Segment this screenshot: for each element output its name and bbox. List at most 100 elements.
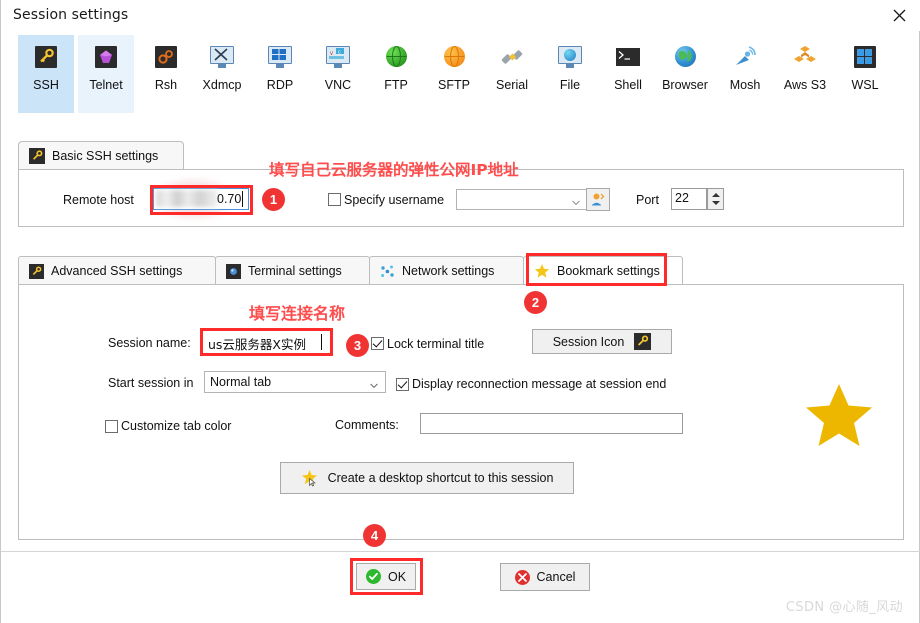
display-reconnection-checkbox[interactable] xyxy=(396,378,409,391)
annotation-note-ip: 填写自己云服务器的弹性公网IP地址 xyxy=(269,161,519,179)
shell-prompt-icon xyxy=(615,44,641,70)
protocol-label: Aws S3 xyxy=(783,78,827,92)
lock-terminal-title-checkbox[interactable] xyxy=(371,337,384,350)
comments-input[interactable] xyxy=(420,413,683,434)
tab-label: Basic SSH settings xyxy=(52,149,159,163)
telnet-gem-icon xyxy=(93,44,119,70)
watermark: CSDN @心随_风动 xyxy=(785,600,903,615)
sftp-globe-icon xyxy=(441,44,467,70)
xdmcp-monitor-icon xyxy=(209,44,235,70)
serial-plug-icon xyxy=(499,44,525,70)
rsh-gears-icon xyxy=(153,44,179,70)
protocol-serial[interactable]: Serial xyxy=(484,35,540,113)
protocol-ftp[interactable]: FTP xyxy=(368,35,424,113)
tab-label: Network settings xyxy=(402,264,495,278)
protocol-label: VNC xyxy=(324,78,352,92)
cancel-button[interactable]: Cancel xyxy=(500,563,590,591)
mosh-dish-icon xyxy=(732,44,758,70)
display-reconnection-label: Display reconnection message at session … xyxy=(412,377,667,391)
protocol-rdp[interactable]: RDP xyxy=(252,35,308,113)
protocol-browser[interactable]: Browser xyxy=(653,35,717,113)
chevron-down-icon xyxy=(572,196,580,206)
protocol-file[interactable]: File xyxy=(542,35,598,113)
x-circle-icon xyxy=(514,569,530,585)
tab-label: Advanced SSH settings xyxy=(51,264,183,278)
protocol-mosh[interactable]: Mosh xyxy=(717,35,773,113)
protocol-label: Serial xyxy=(496,78,528,92)
protocol-label: SSH xyxy=(33,78,59,92)
user-picker-icon[interactable] xyxy=(586,188,610,211)
customize-tab-color-checkbox[interactable] xyxy=(105,420,118,433)
ssh-key-icon xyxy=(634,333,652,350)
page-title: Session settings xyxy=(13,7,129,23)
protocol-sftp[interactable]: SFTP xyxy=(426,35,482,113)
stepper-up-icon[interactable] xyxy=(712,193,720,197)
protocol-label: File xyxy=(559,78,581,92)
ok-button[interactable]: OK xyxy=(356,563,416,590)
vnc-monitor-icon: v c xyxy=(325,44,351,70)
check-circle-icon xyxy=(365,569,381,584)
protocol-wsl[interactable]: WSL xyxy=(837,35,893,113)
ok-label: OK xyxy=(387,569,407,584)
remote-host-label: Remote host xyxy=(63,193,134,207)
protocol-label: RDP xyxy=(266,78,294,92)
star-cursor-icon xyxy=(301,469,319,487)
specify-username-checkbox[interactable] xyxy=(328,193,341,206)
username-select[interactable] xyxy=(456,189,588,210)
ssh-key-icon xyxy=(29,148,45,164)
protocol-label: Rsh xyxy=(154,78,178,92)
protocol-label: FTP xyxy=(384,78,408,92)
annotation-note-name: 填写连接名称 xyxy=(249,304,346,323)
footer-divider xyxy=(1,551,920,552)
start-session-in-value: Normal tab xyxy=(210,375,272,389)
bookmark-settings-panel xyxy=(18,284,904,540)
tab-network-settings[interactable]: Network settings xyxy=(369,256,524,285)
annotation-badge-2: 2 xyxy=(524,291,547,314)
protocol-label: Browser xyxy=(662,78,708,92)
port-stepper[interactable] xyxy=(707,188,724,210)
port-label: Port xyxy=(636,193,659,207)
close-icon[interactable] xyxy=(877,0,920,31)
specify-username-label: Specify username xyxy=(344,193,445,207)
session-icon-button-label: Session Icon xyxy=(552,334,625,349)
file-monitor-icon xyxy=(557,44,583,70)
lock-terminal-title-label: Lock terminal title xyxy=(387,337,485,351)
aws-s3-icon xyxy=(792,44,818,70)
protocol-label: Telnet xyxy=(89,78,123,92)
start-session-in-label: Start session in xyxy=(108,376,194,390)
create-desktop-shortcut-button[interactable]: Create a desktop shortcut to this sessio… xyxy=(280,462,574,494)
protocol-ssh[interactable]: SSH xyxy=(18,35,74,113)
shortcut-button-label: Create a desktop shortcut to this sessio… xyxy=(327,471,554,485)
protocol-shell[interactable]: Shell xyxy=(600,35,656,113)
settings-tabstrip: Advanced SSH settings Terminal settings … xyxy=(18,256,904,285)
stepper-down-icon[interactable] xyxy=(712,201,720,205)
annotation-box-1 xyxy=(150,185,253,215)
annotation-box-2 xyxy=(526,253,667,286)
annotation-badge-4: 4 xyxy=(363,524,386,547)
chevron-down-icon xyxy=(370,379,378,389)
tab-advanced-ssh-settings[interactable]: Advanced SSH settings xyxy=(18,256,216,285)
session-settings-window: Session settings SSH Telnet Rsh Xdmcp RD… xyxy=(0,0,920,623)
annotation-badge-3: 3 xyxy=(346,334,369,357)
port-input[interactable]: 22 xyxy=(671,188,707,210)
session-icon-button[interactable]: Session Icon xyxy=(532,329,672,354)
annotation-box-3 xyxy=(200,328,333,356)
wsl-windows-icon xyxy=(852,44,878,70)
protocol-label: SFTP xyxy=(438,78,470,92)
ftp-globe-icon xyxy=(383,44,409,70)
protocol-rsh[interactable]: Rsh xyxy=(138,35,194,113)
protocol-toolbar: SSH Telnet Rsh Xdmcp RDP v c VNC FTP SFT… xyxy=(1,35,920,115)
protocol-label: Xdmcp xyxy=(202,78,242,92)
protocol-xdmcp[interactable]: Xdmcp xyxy=(192,35,252,113)
protocol-telnet[interactable]: Telnet xyxy=(78,35,134,113)
tab-basic-ssh-settings[interactable]: Basic SSH settings xyxy=(18,141,184,170)
protocol-label: WSL xyxy=(851,78,879,92)
big-star-icon xyxy=(804,382,874,448)
annotation-badge-1: 1 xyxy=(262,188,285,211)
customize-tab-color-label: Customize tab color xyxy=(121,419,232,433)
tab-terminal-settings[interactable]: Terminal settings xyxy=(215,256,370,285)
protocol-vnc[interactable]: v c VNC xyxy=(310,35,366,113)
start-session-in-select[interactable]: Normal tab xyxy=(204,371,386,393)
terminal-icon xyxy=(226,263,241,279)
protocol-aws-s3[interactable]: Aws S3 xyxy=(773,35,837,113)
